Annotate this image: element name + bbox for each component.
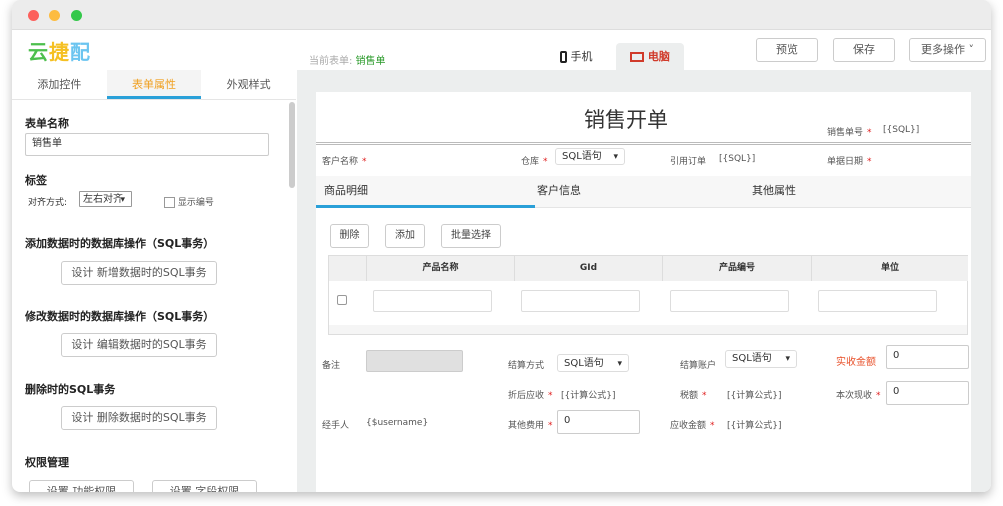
monitor-icon	[630, 52, 645, 62]
edit-sql-heading: 修改数据时的数据库操作（SQL事务）	[25, 310, 215, 323]
tab-customer-info[interactable]: 客户信息	[537, 176, 581, 206]
more-actions-button[interactable]: 更多操作 ˅	[909, 38, 986, 62]
tax-value: [{计算公式}]	[727, 391, 782, 401]
select-column-header	[329, 256, 367, 281]
product-name-input[interactable]	[373, 290, 492, 312]
current-form-label: 当前表单:	[309, 56, 353, 67]
tab-add-controls[interactable]: 添加控件	[12, 70, 107, 99]
tab-other-properties[interactable]: 其他属性	[752, 176, 796, 206]
order-no-label: 销售单号 *	[827, 128, 872, 138]
show-number-label: 显示编号	[177, 198, 214, 208]
discount-label: 折后应收 *	[508, 391, 553, 401]
label-heading: 标签	[25, 174, 47, 187]
handler-value: {$username}	[366, 418, 429, 428]
desktop-label: 电脑	[647, 50, 670, 63]
align-label: 对齐方式:	[28, 198, 68, 208]
chevron-down-icon: ˅	[965, 43, 974, 56]
actual-amount-label: 实收金额	[836, 357, 876, 368]
logo: 云捷配	[28, 40, 91, 64]
left-tabs: 添加控件 表单属性 外观样式	[12, 70, 296, 100]
form-title: 销售开单	[584, 108, 668, 132]
handler-label: 经手人	[322, 421, 350, 431]
mobile-label: 手机	[570, 50, 593, 63]
remark-label: 备注	[322, 361, 341, 371]
column-header: GId	[515, 256, 663, 281]
settle-account-label: 结算账户	[680, 361, 717, 371]
settle-method-select[interactable]: SQL语句	[557, 354, 629, 373]
tab-appearance[interactable]: 外观样式	[201, 70, 296, 99]
preview-button[interactable]: 预览	[756, 38, 818, 62]
delete-sql-heading: 删除时的SQL事务	[25, 383, 116, 396]
column-header: 产品编号	[663, 256, 812, 281]
show-number-checkbox[interactable]: 显示编号	[164, 195, 214, 208]
table-row	[329, 281, 967, 325]
column-header: 单位	[812, 256, 968, 281]
phone-icon	[560, 51, 567, 63]
cash-input[interactable]: 0	[886, 381, 969, 405]
cash-label: 本次现收 *	[836, 391, 881, 401]
warehouse-label: 仓库 *	[521, 157, 548, 167]
batch-select-button[interactable]: 批量选择	[441, 224, 501, 248]
unit-input[interactable]	[818, 290, 937, 312]
row-checkbox[interactable]	[337, 295, 347, 305]
warehouse-select[interactable]: SQL语句	[555, 148, 625, 165]
maximize-window-button[interactable]	[71, 10, 82, 21]
ref-order-label: 引用订单	[670, 157, 707, 167]
app-window: 云捷配 当前表单: 销售单 手机 电脑 预览 保存 更多操作 ˅ 添加控件 表单…	[12, 0, 991, 492]
current-form: 当前表单: 销售单	[309, 52, 386, 67]
remark-input[interactable]	[366, 350, 463, 372]
product-code-input[interactable]	[670, 290, 789, 312]
title-divider	[316, 142, 971, 145]
discount-value: [{计算公式}]	[561, 391, 616, 401]
customer-label: 客户名称 *	[322, 157, 367, 167]
form-name-input[interactable]: 销售单	[25, 133, 269, 156]
other-fee-input[interactable]: 0	[557, 410, 640, 434]
order-no-value: [{SQL}]	[883, 125, 920, 135]
design-delete-sql-button[interactable]: 设计 删除数据时的SQL事务	[61, 406, 217, 430]
desktop-view-tab[interactable]: 电脑	[616, 43, 684, 71]
settle-account-select[interactable]: SQL语句	[725, 350, 797, 368]
date-label: 单据日期 *	[827, 157, 872, 167]
other-fee-label: 其他费用 *	[508, 421, 553, 431]
mobile-view-tab[interactable]: 手机	[560, 48, 593, 64]
permissions-heading: 权限管理	[25, 456, 69, 469]
form-tabs: 商品明细 客户信息 其他属性	[316, 176, 971, 208]
function-permission-button[interactable]: 设置 功能权限	[29, 480, 134, 492]
design-canvas: 销售开单 销售单号* [{SQL}] 客户名称* 仓库* SQL语句 引用订单 …	[297, 70, 991, 492]
tax-label: 税额 *	[680, 391, 707, 401]
receivable-label: 应收金额 *	[670, 421, 715, 431]
title-bar	[12, 0, 991, 30]
close-window-button[interactable]	[28, 10, 39, 21]
design-edit-sql-button[interactable]: 设计 编辑数据时的SQL事务	[61, 333, 217, 357]
current-form-name: 销售单	[355, 56, 386, 67]
more-actions-label: 更多操作	[921, 43, 965, 56]
column-header: 产品名称	[367, 256, 515, 281]
form-name-heading: 表单名称	[25, 117, 69, 130]
ref-order-value: [{SQL}]	[719, 154, 756, 164]
scrollbar[interactable]	[289, 102, 295, 188]
actual-amount-input[interactable]: 0	[886, 345, 969, 369]
product-table: 产品名称 GId 产品编号 单位	[328, 255, 968, 335]
tab-product-detail[interactable]: 商品明细	[316, 176, 535, 208]
delete-button[interactable]: 删除	[330, 224, 369, 248]
settle-method-label: 结算方式	[508, 361, 545, 371]
save-button[interactable]: 保存	[833, 38, 895, 62]
gid-input[interactable]	[521, 290, 640, 312]
add-button[interactable]: 添加	[385, 224, 425, 248]
receivable-value: [{计算公式}]	[727, 421, 782, 431]
align-select[interactable]: 左右对齐	[79, 191, 132, 208]
tab-form-properties[interactable]: 表单属性	[106, 70, 202, 99]
minimize-window-button[interactable]	[49, 10, 60, 21]
design-add-sql-button[interactable]: 设计 新增数据时的SQL事务	[61, 261, 217, 285]
form-preview: 销售开单 销售单号* [{SQL}] 客户名称* 仓库* SQL语句 引用订单 …	[316, 92, 971, 492]
checkbox-icon	[164, 197, 175, 208]
add-sql-heading: 添加数据时的数据库操作（SQL事务）	[25, 237, 215, 250]
field-permission-button[interactable]: 设置 字段权限	[152, 480, 257, 492]
